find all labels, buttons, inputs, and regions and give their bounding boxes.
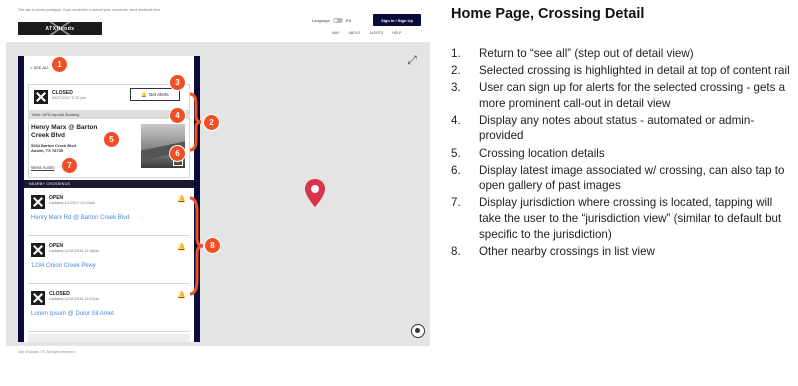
annotation-text: Crossing location details — [479, 146, 605, 160]
bell-icon[interactable]: 🔔 — [177, 244, 186, 251]
page-title: Home Page, Crossing Detail — [451, 6, 645, 22]
annotation-item: 1. Return to “see all” (step out of detai… — [451, 46, 793, 62]
list-item-partial — [28, 334, 190, 342]
annotation-text: Display any notes about status - automat… — [479, 113, 755, 143]
logo-text: ATXfloods — [45, 25, 75, 32]
annotation-item: 3. User can sign up for alerts for the se… — [451, 80, 793, 111]
rail-panel: < SEE ALL CLOSED 04/27/2017 5:32 pm 🔔 Ge… — [24, 56, 194, 342]
brace-2 — [189, 92, 202, 152]
annotation-text: Other nearby crossings in list view — [479, 244, 655, 258]
crossing-address: 5264 Barton Creek Blvd Austin, TX 78735 — [31, 143, 76, 153]
selected-status-row: CLOSED 04/27/2017 5:32 pm — [34, 90, 86, 104]
list-item[interactable]: OPEN Updated 12/31/2016 11:56pm 🔔 1234 O… — [28, 238, 190, 284]
list-item[interactable]: OPEN Updated 1/1/2017 12:03am 🔔 Henry Ma… — [28, 190, 190, 236]
annotation-number: 4. — [451, 113, 461, 127]
nav-map[interactable]: MAP — [332, 31, 340, 35]
annotation-number: 8. — [451, 244, 461, 258]
beta-banner: This site is a beta prototype. If you wo… — [18, 8, 161, 12]
annotation-number: 7. — [451, 196, 461, 210]
annotation-text: Display latest image associated w/ cross… — [479, 163, 785, 193]
selected-updated: 04/27/2017 5:32 pm — [52, 96, 86, 100]
bell-icon[interactable]: 🔔 — [177, 196, 186, 203]
get-alerts-button[interactable]: 🔔 Get Alerts — [130, 88, 180, 101]
annotation-item: 6. Display latest image associated w/ cro… — [451, 163, 793, 194]
annotation-item: 4. Display any notes about status - autom… — [451, 113, 793, 144]
callout-5: 5 — [104, 132, 119, 147]
list-item-name[interactable]: 1234 Onion Creek Pkwy — [31, 263, 171, 270]
annotation-number: 6. — [451, 163, 461, 177]
nav-help[interactable]: HELP — [392, 31, 401, 35]
callout-7: 7 — [62, 158, 77, 173]
annotation-text: Return to “see all” (step out of detail … — [479, 47, 694, 60]
annotation-text: Selected crossing is highlighted in deta… — [479, 64, 790, 78]
language-toggle[interactable]: Language EN — [312, 18, 351, 23]
content-rail: < SEE ALL CLOSED 04/27/2017 5:32 pm 🔔 Ge… — [18, 56, 200, 342]
annotation-text: User can sign up for alerts for the sele… — [479, 81, 786, 110]
annotation-item: 8. Other nearby crossings in list view — [451, 244, 793, 260]
callout-3: 3 — [170, 75, 185, 90]
annotation-item: 7. Display jurisdiction where crossing is… — [451, 195, 793, 242]
list-item-head: CLOSED Updated 12/31/2016 11:57pm — [31, 291, 99, 305]
closed-icon — [31, 195, 45, 209]
closed-icon — [31, 291, 45, 305]
bell-icon: 🔔 — [141, 91, 147, 97]
top-nav: MAP ABOUT ALERTS HELP — [332, 31, 401, 35]
mockup-screenshot: This site is a beta prototype. If you wo… — [0, 0, 436, 386]
address-line-2: Austin, TX 78735 — [31, 148, 64, 153]
fullscreen-icon[interactable]: ⤢ — [404, 52, 420, 68]
annotation-number: 1. — [451, 47, 461, 60]
annotation-text: Display jurisdiction where crossing is l… — [479, 196, 782, 241]
brace-8 — [189, 196, 204, 296]
locate-icon[interactable] — [411, 324, 425, 338]
crossing-name: Henry Marx @ Barton Creek Blvd — [31, 124, 98, 139]
list-item-updated: Updated 1/1/2017 12:03am — [49, 201, 96, 205]
closed-icon — [34, 90, 48, 104]
language-label: Language — [312, 18, 330, 23]
list-item[interactable]: CLOSED Updated 12/31/2016 11:57pm 🔔 Lore… — [28, 286, 190, 332]
callout-1: 1 — [52, 57, 67, 72]
annotation-number: 3. — [451, 81, 461, 95]
annotation-item: 5. Crossing location details — [451, 146, 793, 162]
toggle-switch[interactable] — [332, 18, 343, 23]
signin-button[interactable]: Sign In / Sign Up — [373, 14, 421, 26]
list-item-head: OPEN Updated 12/31/2016 11:56pm — [31, 243, 99, 257]
map-attribution: City of Austin, TX. All rights reserved. — [18, 350, 76, 354]
see-all-link[interactable]: < SEE ALL — [30, 65, 49, 70]
list-item-updated: Updated 12/31/2016 11:56pm — [49, 249, 99, 253]
annotation-number: 5. — [451, 146, 461, 160]
status-note: Note: APD reports flooding — [28, 110, 190, 119]
get-alerts-label: Get Alerts — [148, 92, 169, 97]
nav-about[interactable]: ABOUT — [349, 31, 361, 35]
map-pin-icon[interactable] — [304, 178, 326, 208]
callout-8: 8 — [205, 238, 220, 253]
nearby-header: NEARBY CROSSINGS — [24, 180, 194, 188]
bell-icon[interactable]: 🔔 — [177, 292, 186, 299]
annotation-number: 2. — [451, 64, 461, 78]
atxfloods-logo[interactable]: ATXfloods — [18, 22, 102, 35]
callout-6: 6 — [170, 146, 185, 161]
callout-4: 4 — [170, 108, 185, 123]
callout-2: 2 — [204, 115, 219, 130]
nav-alerts[interactable]: ALERTS — [370, 31, 384, 35]
closed-icon — [31, 243, 45, 257]
annotation-item: 2. Selected crossing is highlighted in de… — [451, 63, 793, 79]
list-item-head: OPEN Updated 1/1/2017 12:03am — [31, 195, 95, 209]
language-value: EN — [345, 18, 352, 23]
list-item-updated: Updated 12/31/2016 11:57pm — [49, 297, 99, 301]
list-item-name[interactable]: Henry Marx Rd @ Barton Creek Blvd — [31, 215, 171, 222]
annotation-list: 1. Return to “see all” (step out of detai… — [451, 46, 793, 261]
list-item-name[interactable]: Lorem Ipsum @ Dolor Sit Amet — [31, 311, 171, 318]
jurisdiction-link[interactable]: West Austin — [31, 165, 55, 170]
